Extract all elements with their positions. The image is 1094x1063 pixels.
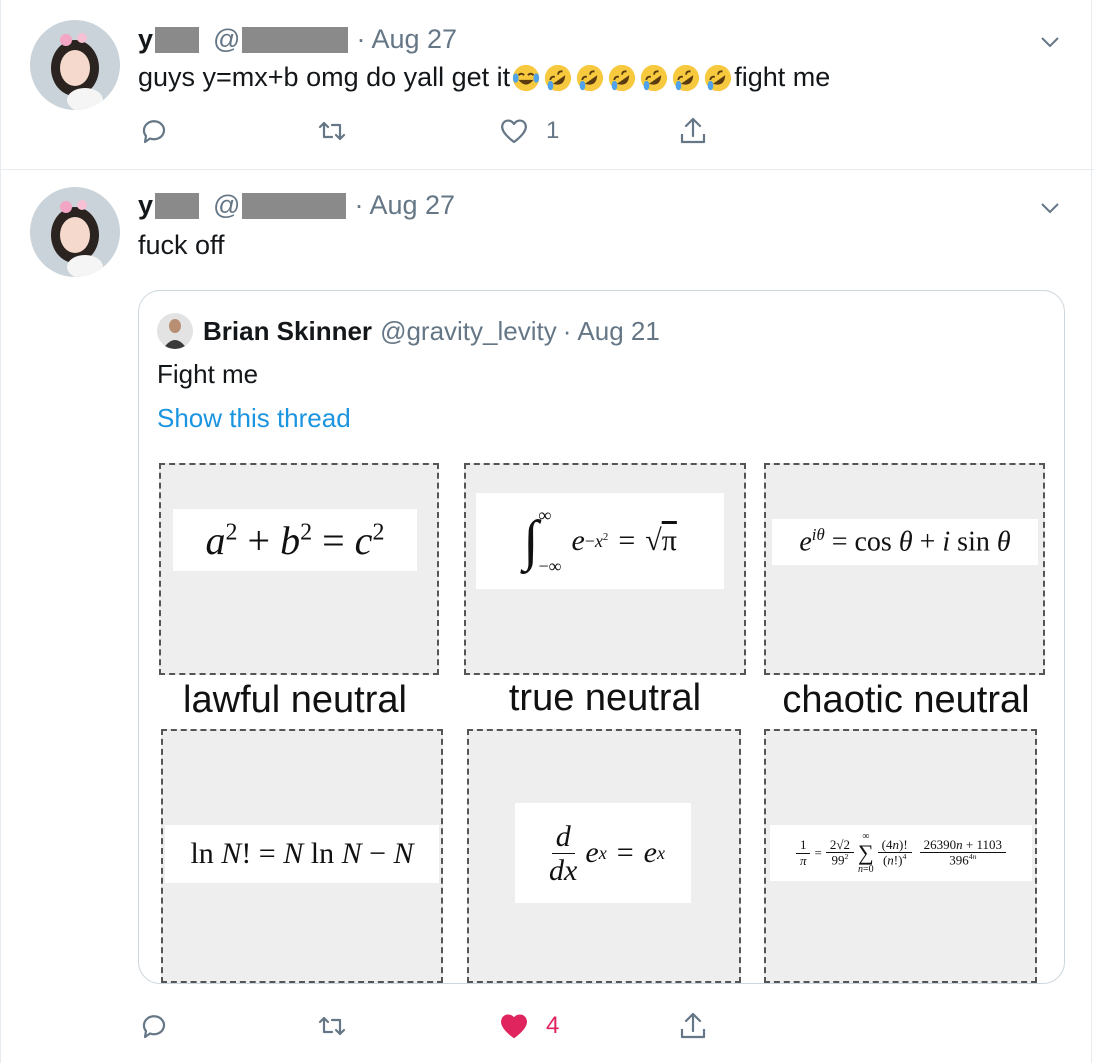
rofl-emoji-icon (545, 64, 572, 91)
show-thread-link[interactable]: Show this thread (157, 403, 351, 434)
retweet-icon (318, 121, 346, 141)
quoted-avatar[interactable] (157, 313, 193, 349)
divider (0, 170, 1, 1063)
author-handle[interactable]: @ (213, 24, 349, 55)
meme-cell-chaotic-evil: 1 π = 2√2 992 ∞ ∑ n=0 (4n)! (n!)4 26390n + 1103 396… (764, 729, 1037, 983)
like-button[interactable]: 4 (498, 1010, 559, 1042)
retweet-button[interactable] (316, 1010, 348, 1042)
share-button[interactable] (677, 115, 709, 147)
meme-cell-chaotic-good: eiθ = cos θ + i sin θ (764, 463, 1045, 675)
formula-pythagoras: a2 + b2 = c2 (173, 509, 417, 571)
tweet-header: y @ · Aug 27 (138, 190, 455, 221)
like-count: 4 (546, 1012, 560, 1039)
rofl-emoji-icon (641, 64, 668, 91)
formula-gaussian: ∫ ∞ −∞ e −x2 = √π (476, 493, 724, 589)
quoted-tweet-text: Fight me (157, 359, 259, 389)
retweet-button[interactable] (316, 115, 348, 147)
author-name[interactable]: y (138, 24, 200, 55)
tweet-actions: 1 (138, 115, 1094, 155)
meme-cell-neutral-good: ∫ ∞ −∞ e −x2 = √π (464, 463, 746, 675)
tweet-date[interactable]: Aug 27 (371, 24, 457, 55)
caption-true-neutral: true neutral (508, 677, 702, 719)
rofl-emoji-icon (705, 64, 732, 91)
heart-icon (501, 1014, 527, 1039)
chevron-down-icon[interactable] (1038, 196, 1062, 220)
reply-button[interactable] (138, 1010, 170, 1042)
formula-stirling: ln N! = N ln N − N (165, 825, 439, 883)
like-count: 1 (546, 117, 560, 144)
rofl-emoji-icon (673, 64, 700, 91)
formula-derivative: d dx e x = e x (515, 803, 691, 903)
avatar[interactable] (30, 187, 120, 277)
tweet-text: fuck off (138, 230, 225, 260)
divider (0, 0, 1, 169)
meme-cell-lawful-evil: ln N! = N ln N − N (161, 729, 443, 983)
author-handle[interactable]: @ (213, 190, 347, 221)
share-icon (680, 1012, 706, 1039)
tweet-date[interactable]: Aug 27 (369, 190, 455, 221)
meme-cell-neutral-evil: d dx e x = e x (467, 729, 741, 983)
like-button[interactable]: 1 (498, 115, 559, 147)
redacted-handle (242, 26, 349, 53)
share-button[interactable] (677, 1010, 709, 1042)
quoted-tweet-date[interactable]: Aug 21 (577, 316, 659, 347)
divider (1091, 170, 1092, 1063)
formula-ramanujan: 1 π = 2√2 992 ∞ ∑ n=0 (4n)! (n!)4 26390n + 1103 396… (770, 825, 1032, 881)
meme-cell-lawful-good: a2 + b2 = c2 (159, 463, 439, 675)
emoji-row (510, 63, 734, 93)
redacted-name (155, 26, 200, 53)
quoted-tweet[interactable]: Brian Skinner @gravity_levity · Aug 21 F… (138, 290, 1065, 984)
meme-image[interactable]: a2 + b2 = c2 ∫ ∞ −∞ e −x2 = √π eiθ = cos θ + i… (157, 461, 1045, 983)
formula-euler: eiθ = cos θ + i sin θ (772, 519, 1038, 565)
redacted-handle (242, 192, 347, 219)
chevron-down-icon[interactable] (1038, 30, 1062, 54)
tweet-header: y @ · Aug 27 (138, 24, 457, 55)
tweet-2[interactable]: y @ · Aug 27 fuck off Brian Skinner @gra… (0, 170, 1094, 1063)
reply-icon (142, 1015, 166, 1039)
quoted-author-handle[interactable]: @gravity_levity (380, 316, 557, 347)
redacted-name (155, 192, 200, 219)
tweet-text: guys y=mx+b omg do yall get it fight me (138, 62, 830, 93)
reply-icon (142, 120, 166, 144)
caption-lawful-neutral: lawful neutral (183, 679, 407, 721)
tweet-1[interactable]: y @ · Aug 27 guys y=mx+b omg do yall get… (0, 0, 1094, 170)
share-icon (680, 117, 706, 144)
avatar[interactable] (30, 20, 120, 110)
heart-icon (501, 119, 527, 144)
rofl-emoji-icon (577, 64, 604, 91)
quoted-tweet-header: Brian Skinner @gravity_levity · Aug 21 (157, 313, 660, 349)
author-name[interactable]: y (138, 190, 200, 221)
retweet-icon (318, 1016, 346, 1036)
caption-chaotic-neutral: chaotic neutral (782, 679, 1030, 721)
separator-dot: · (562, 315, 572, 346)
tweet-actions: 4 (138, 1010, 1094, 1050)
laughing-emoji-icon (513, 64, 540, 91)
separator-dot: · (356, 24, 366, 54)
rofl-emoji-icon (609, 64, 636, 91)
reply-button[interactable] (138, 115, 170, 147)
quoted-author-name[interactable]: Brian Skinner (203, 316, 372, 347)
separator-dot: · (354, 190, 364, 220)
